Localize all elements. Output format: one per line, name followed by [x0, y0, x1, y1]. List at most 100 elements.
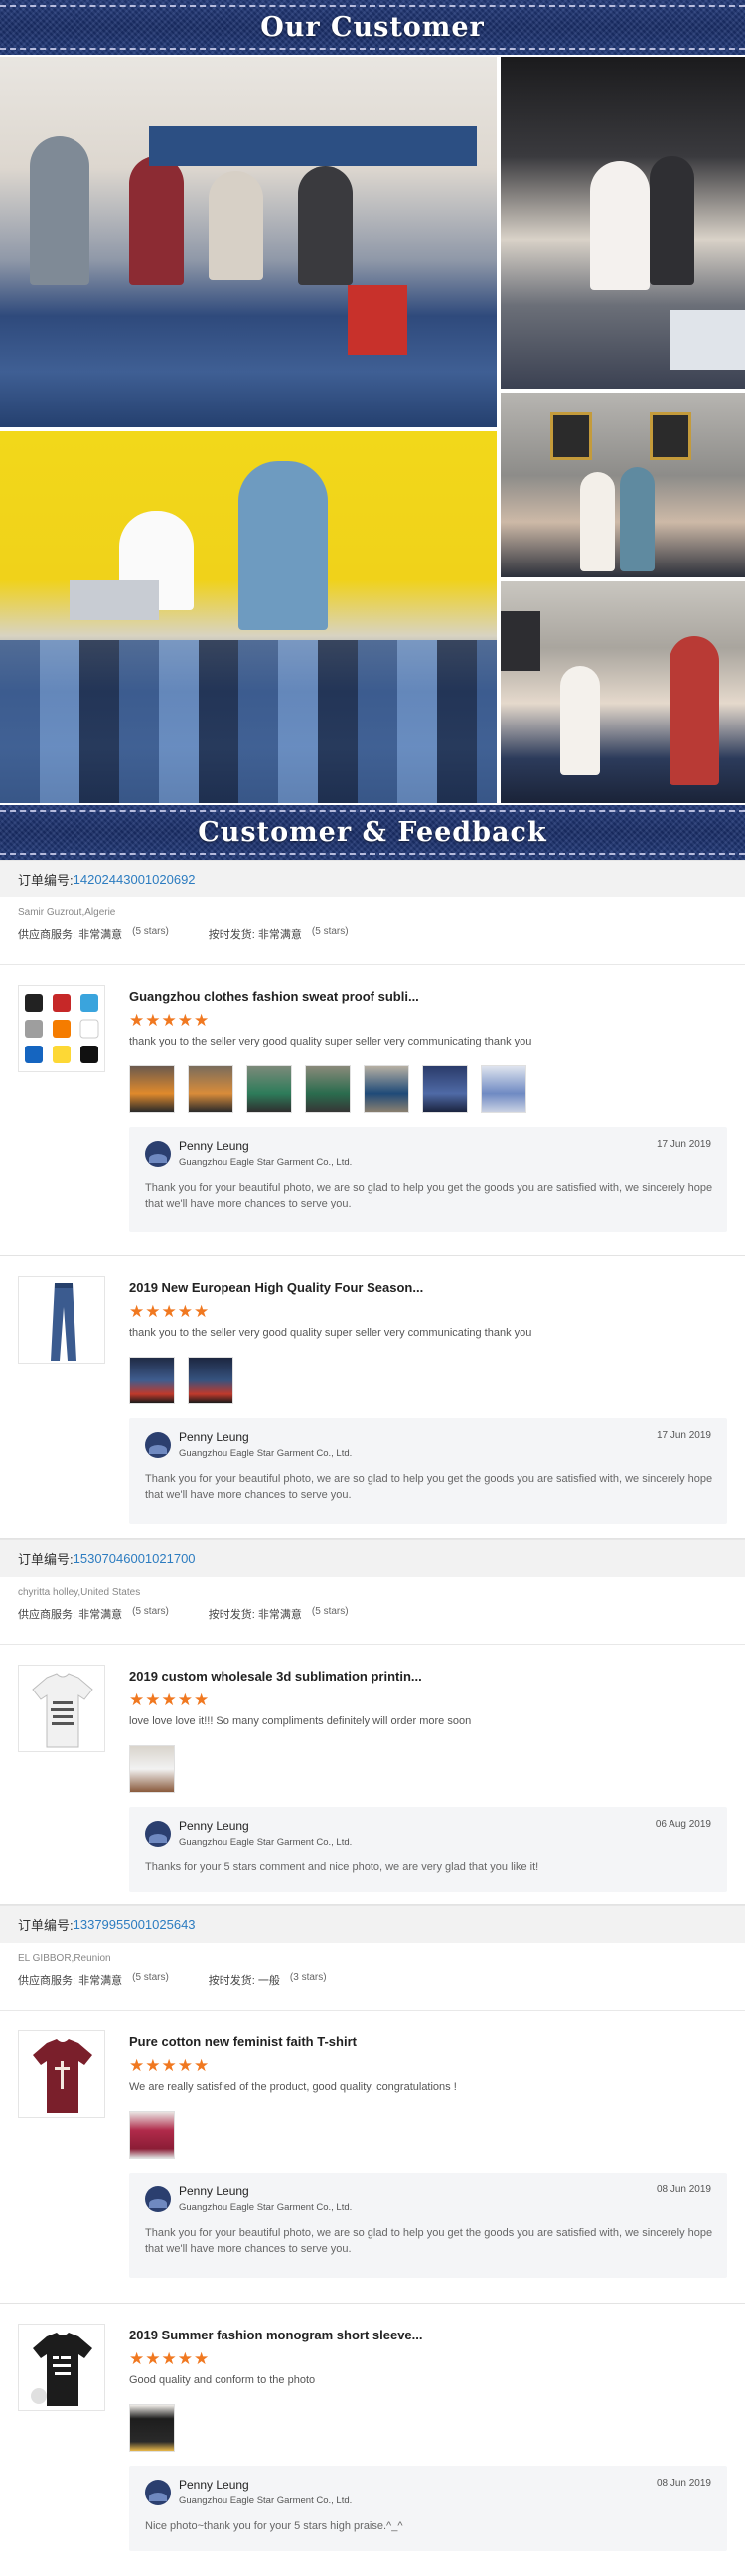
- customer-visit-photo: [0, 431, 497, 803]
- banner-title: Customer & Feedback: [198, 817, 547, 848]
- rating-label: 供应商服务: 非常满意: [18, 1609, 123, 1621]
- rating-stars-text: (5 stars): [311, 926, 349, 937]
- rating-label: 供应商服务: 非常满意: [18, 1975, 123, 1987]
- review-photo[interactable]: [129, 1357, 175, 1404]
- review-comment: thank you to the seller very good qualit…: [129, 1036, 532, 1047]
- rating-label: 按时发货: 一般: [208, 1975, 280, 1987]
- seller-name: Penny Leung: [179, 1139, 249, 1153]
- tshirt-icon: [33, 2039, 92, 2113]
- order-ratings: 供应商服务: 非常满意 (5 stars) 按时发货: 非常满意 (5 star…: [18, 1606, 727, 1622]
- reply-text: Thanks for your 5 stars comment and nice…: [145, 1861, 539, 1873]
- rating-label: 按时发货: 非常满意: [208, 929, 302, 941]
- review-comment: Good quality and conform to the photo: [129, 2374, 316, 2386]
- seller-avatar: [145, 2480, 171, 2505]
- reply-text: Thank you for your beautiful photo, we a…: [145, 2227, 713, 2255]
- seller-company: Guangzhou Eagle Star Garment Co., Ltd.: [179, 2202, 353, 2213]
- order-block: 订单编号: 15307046001021700 chyritta holley,…: [0, 1539, 745, 1905]
- rating-label: 供应商服务: 非常满意: [18, 929, 123, 941]
- jeans-icon: [51, 1283, 76, 1361]
- review-comment: love love love it!!! So many compliments…: [129, 1715, 472, 1727]
- review-photos: [129, 2404, 727, 2452]
- review-photos: [129, 1065, 727, 1113]
- tshirt-grid-icon: [25, 994, 99, 1063]
- product-thumbnail[interactable]: [18, 2030, 105, 2118]
- buyer-name: Samir Guzrout,Algerie: [18, 907, 116, 918]
- order-number-label: 订单编号:: [18, 1552, 74, 1567]
- review-item: 2019 New European High Quality Four Seas…: [0, 1256, 745, 1539]
- customer-visit-photo: [0, 57, 497, 427]
- reply-date: 17 Jun 2019: [656, 1139, 711, 1150]
- review-photos: [129, 1357, 727, 1404]
- rating-stars-text: (5 stars): [132, 926, 169, 937]
- seller-name: Penny Leung: [179, 2478, 249, 2492]
- review-photo[interactable]: [246, 1065, 292, 1113]
- review-photo[interactable]: [129, 2111, 175, 2159]
- reply-date: 08 Jun 2019: [656, 2478, 711, 2489]
- seller-avatar: [145, 1141, 171, 1167]
- product-title[interactable]: 2019 New European High Quality Four Seas…: [129, 1280, 727, 1295]
- reply-text: Thank you for your beautiful photo, we a…: [145, 1182, 713, 1209]
- product-title[interactable]: Guangzhou clothes fashion sweat proof su…: [129, 989, 727, 1004]
- product-title[interactable]: Pure cotton new feminist faith T-shirt: [129, 2034, 727, 2049]
- order-number-link[interactable]: 13379955001025643: [74, 1917, 196, 1932]
- reply-date: 06 Aug 2019: [655, 1819, 711, 1830]
- seller-name: Penny Leung: [179, 1430, 249, 1444]
- rating-stars-text: (5 stars): [311, 1606, 349, 1617]
- supplier-service-rating: 供应商服务: 非常满意 (5 stars): [18, 926, 169, 942]
- product-thumbnail[interactable]: [18, 1276, 105, 1364]
- review-photo[interactable]: [364, 1065, 409, 1113]
- rating-stars-text: (5 stars): [132, 1972, 169, 1983]
- product-thumbnail[interactable]: [18, 1665, 105, 1752]
- product-title[interactable]: 2019 custom wholesale 3d sublimation pri…: [129, 1669, 727, 1684]
- seller-avatar: [145, 1432, 171, 1458]
- order-number-label: 订单编号:: [18, 873, 74, 887]
- on-time-delivery-rating: 按时发货: 非常满意 (5 stars): [209, 1606, 349, 1622]
- seller-company: Guangzhou Eagle Star Garment Co., Ltd.: [179, 2496, 353, 2506]
- review-photo[interactable]: [129, 2404, 175, 2452]
- seller-company: Guangzhou Eagle Star Garment Co., Ltd.: [179, 1448, 353, 1459]
- order-block: 订单编号: 14202443001020692 Samir Guzrout,Al…: [0, 860, 745, 1539]
- review-photos: [129, 2111, 727, 2159]
- review-photo[interactable]: [481, 1065, 526, 1113]
- seller-company: Guangzhou Eagle Star Garment Co., Ltd.: [179, 1157, 353, 1168]
- customer-feedback-banner: Customer & Feedback: [0, 805, 745, 860]
- seller-name: Penny Leung: [179, 1819, 249, 1833]
- seller-name: Penny Leung: [179, 2184, 249, 2198]
- seller-reply: Penny Leung Guangzhou Eagle Star Garment…: [129, 1418, 727, 1524]
- order-ratings: 供应商服务: 非常满意 (5 stars) 按时发货: 一般 (3 stars): [18, 1972, 727, 1988]
- on-time-delivery-rating: 按时发货: 一般 (3 stars): [209, 1972, 327, 1988]
- seller-reply: Penny Leung Guangzhou Eagle Star Garment…: [129, 1807, 727, 1892]
- review-photo[interactable]: [422, 1065, 468, 1113]
- review-star-rating: ★★★★★: [129, 1302, 211, 1321]
- customer-visit-photo: [501, 57, 745, 389]
- review-item: Guangzhou clothes fashion sweat proof su…: [0, 965, 745, 1256]
- order-block: 订单编号: 13379955001025643 EL GIBBOR,Reunio…: [0, 1905, 745, 2576]
- buyer-name: chyritta holley,United States: [18, 1587, 141, 1598]
- review-photo[interactable]: [129, 1065, 175, 1113]
- buyer-info: EL GIBBOR,Reunion 供应商服务: 非常满意 (5 stars) …: [0, 1943, 745, 2011]
- tshirt-icon: [31, 2333, 92, 2406]
- reply-date: 08 Jun 2019: [656, 2184, 711, 2195]
- review-photo[interactable]: [305, 1065, 351, 1113]
- review-photos: [129, 1745, 727, 1793]
- order-number-link[interactable]: 15307046001021700: [74, 1551, 196, 1566]
- review-photo[interactable]: [188, 1065, 233, 1113]
- product-thumbnail[interactable]: [18, 985, 105, 1072]
- buyer-info: chyritta holley,United States 供应商服务: 非常满…: [0, 1577, 745, 1645]
- review-item: Pure cotton new feminist faith T-shirt ★…: [0, 2011, 745, 2304]
- order-header: 订单编号: 14202443001020692: [0, 860, 745, 897]
- order-number-link[interactable]: 14202443001020692: [74, 872, 196, 886]
- reply-date: 17 Jun 2019: [656, 1430, 711, 1441]
- seller-company: Guangzhou Eagle Star Garment Co., Ltd.: [179, 1837, 353, 1848]
- banner-title: Our Customer: [260, 12, 485, 43]
- product-title[interactable]: 2019 Summer fashion monogram short sleev…: [129, 2328, 727, 2342]
- review-photo[interactable]: [188, 1357, 233, 1404]
- on-time-delivery-rating: 按时发货: 非常满意 (5 stars): [209, 926, 349, 942]
- customer-visit-photo: [501, 393, 745, 577]
- product-thumbnail[interactable]: [18, 2324, 105, 2411]
- review-photo[interactable]: [129, 1745, 175, 1793]
- rating-stars-text: (3 stars): [289, 1972, 327, 1983]
- seller-avatar: [145, 1821, 171, 1847]
- seller-reply: Penny Leung Guangzhou Eagle Star Garment…: [129, 2173, 727, 2278]
- order-number-label: 订单编号:: [18, 1918, 74, 1933]
